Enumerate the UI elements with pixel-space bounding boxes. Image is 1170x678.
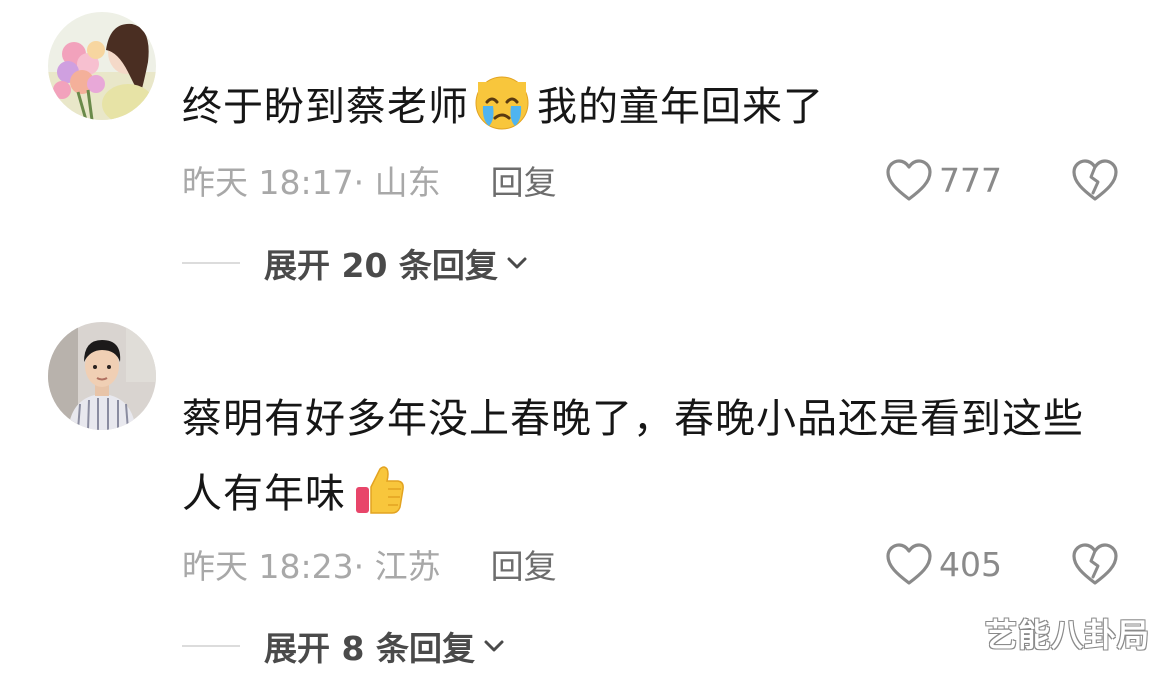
heart-icon bbox=[886, 543, 932, 585]
comment-meta: 昨天 18:23· 江苏 回复 bbox=[182, 542, 557, 586]
like-button[interactable]: 405 bbox=[885, 540, 1002, 588]
expand-replies-label: 展开 20 条回复 bbox=[264, 246, 498, 285]
expand-replies-button[interactable]: 展开 20 条回复 bbox=[182, 241, 528, 285]
avatar[interactable] bbox=[48, 12, 156, 120]
broken-heart-icon bbox=[1072, 543, 1118, 585]
chevron-down-icon bbox=[507, 257, 527, 269]
reply-button[interactable]: 回复 bbox=[491, 156, 557, 204]
comment-item: 终于盼到蔡老师 我的童年回来了 昨天 18:17· 山东 回复 777 展开 2… bbox=[0, 0, 1170, 300]
comment-text: 终于盼到蔡老师 我的童年回来了 bbox=[182, 70, 1142, 145]
divider-line bbox=[182, 645, 240, 647]
expand-replies-button[interactable]: 展开 8 条回复 bbox=[182, 624, 505, 668]
watermark: 艺能八卦局 bbox=[984, 616, 1150, 654]
avatar-image bbox=[48, 322, 156, 430]
timestamp-location: 昨天 18:23· 江苏 bbox=[182, 547, 441, 586]
divider-line bbox=[182, 262, 240, 264]
comment-text-part: 我的童年回来了 bbox=[537, 84, 824, 130]
expand-replies-label: 展开 8 条回复 bbox=[264, 629, 475, 668]
timestamp-location: 昨天 18:17· 山东 bbox=[182, 163, 441, 202]
broken-heart-icon bbox=[1072, 159, 1118, 201]
heart-icon bbox=[886, 159, 932, 201]
comment-text-part: 蔡明有好多年没上春晚了，春晚小品还是看到这些人有年味 bbox=[182, 396, 1084, 517]
avatar-image bbox=[48, 12, 156, 120]
like-count: 777 bbox=[939, 160, 1002, 200]
comment-text: 蔡明有好多年没上春晚了，春晚小品还是看到这些人有年味 bbox=[182, 382, 1117, 532]
dislike-button[interactable] bbox=[1071, 541, 1119, 589]
chevron-down-icon bbox=[484, 640, 504, 652]
reply-button[interactable]: 回复 bbox=[491, 540, 557, 588]
avatar[interactable] bbox=[48, 322, 156, 430]
dislike-button[interactable] bbox=[1071, 157, 1119, 205]
crying-face-icon bbox=[475, 76, 529, 130]
comment-text-part: 终于盼到蔡老师 bbox=[182, 84, 469, 130]
thumbs-up-icon bbox=[352, 463, 406, 517]
like-button[interactable]: 777 bbox=[885, 156, 1002, 204]
like-count: 405 bbox=[939, 544, 1002, 584]
comment-meta: 昨天 18:17· 山东 回复 bbox=[182, 158, 557, 202]
